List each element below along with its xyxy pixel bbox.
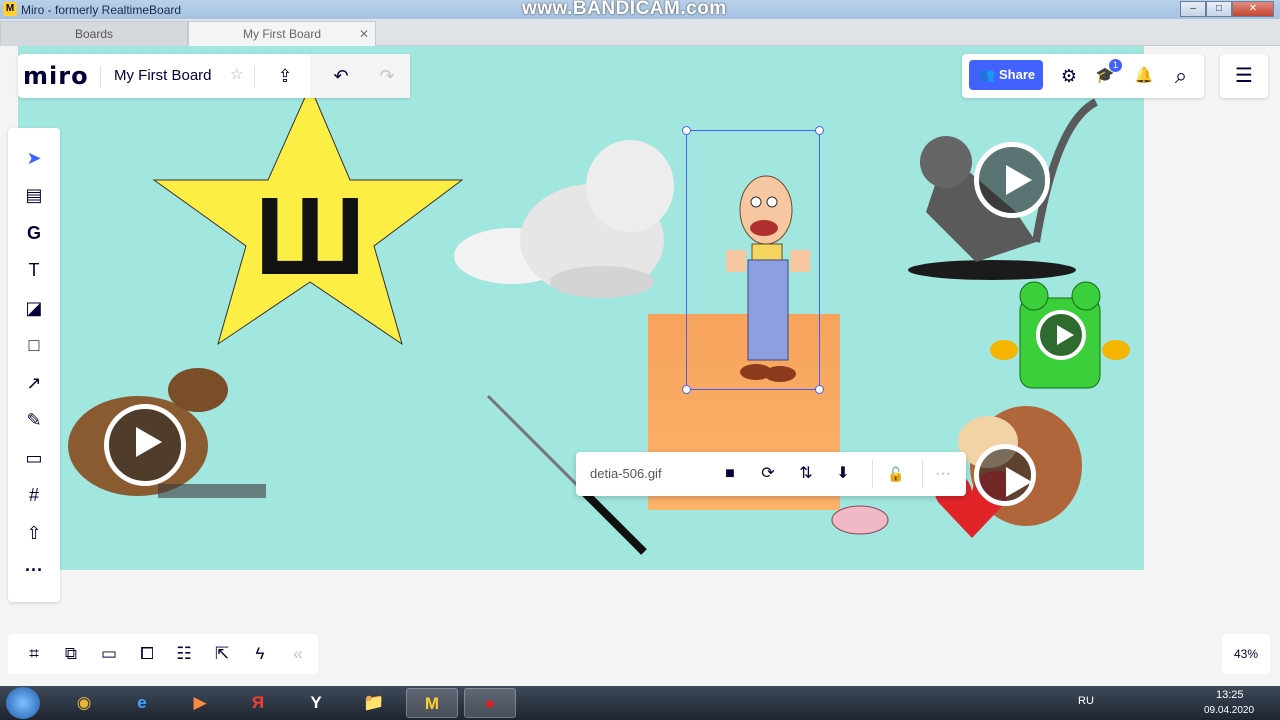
maximize-button[interactable]: □ (1206, 1, 1232, 17)
star-icon[interactable]: ☆ (230, 65, 243, 83)
tab-label: Boards (74, 27, 114, 41)
toolbar-divider (922, 460, 923, 488)
recording-watermark: www.BANDICAM.com (522, 0, 727, 19)
close-button[interactable]: ✕ (1232, 1, 1274, 17)
bottom-toolbar: ⌗ ⧉ ▭ ⧠ ☷ ⇱ ϟ « (8, 634, 318, 674)
windows-taskbar: ◉ e ▶ Я Y 📁 M ● RU 13:25 09.04.2020 (0, 686, 1280, 720)
bandicam-taskbar-icon[interactable]: ● (464, 688, 516, 718)
zoom-level[interactable]: 43% (1222, 634, 1270, 674)
clock-date[interactable]: 09.04.2020 (1204, 705, 1254, 716)
resize-handle-br[interactable] (815, 385, 824, 394)
hedgehog-play-icon[interactable] (974, 444, 1036, 506)
more-options-icon[interactable]: ··· (931, 462, 955, 486)
tab-close-icon[interactable]: ✕ (359, 22, 369, 46)
resize-handle-tl[interactable] (682, 126, 691, 135)
miro-app-icon: M (3, 2, 17, 16)
pen-tool-icon[interactable]: ✎ (20, 406, 48, 434)
star-shape[interactable]: Ш (152, 86, 464, 346)
yandex-taskbar-icon[interactable]: Я (232, 688, 284, 718)
collapse-icon[interactable]: « (286, 642, 310, 666)
yandex-browser-taskbar-icon[interactable]: Y (290, 688, 342, 718)
image-context-toolbar: detia-506.gif ■ ⟳ ⇅ ⬇ 🔓 ··· (576, 452, 966, 496)
upload-icon[interactable]: ⇪ (272, 63, 298, 89)
file-name-label: detia-506.gif (590, 466, 662, 481)
white-cat-image[interactable] (452, 130, 682, 300)
frog-play-icon[interactable] (1036, 310, 1086, 360)
sticky-note-tool-icon[interactable]: ◪ (20, 294, 48, 322)
notification-badge: 1 (1109, 59, 1122, 72)
toolbar-divider (872, 460, 873, 488)
settings-icon[interactable]: ⚙ (1057, 64, 1081, 88)
tab-bar: Boards My First Board ✕ (0, 19, 1280, 46)
miro-logo[interactable]: miro (23, 62, 89, 90)
resize-handle-tr[interactable] (815, 126, 824, 135)
share-button[interactable]: 👥 Share (969, 60, 1043, 90)
brown-cat-play-icon[interactable] (104, 404, 186, 486)
header-divider (100, 66, 101, 88)
shape-tool-icon[interactable]: □ (20, 331, 48, 359)
star-letter: Ш (255, 175, 366, 298)
ie-taskbar-icon[interactable]: e (116, 688, 168, 718)
pink-bunny-image[interactable] (828, 492, 892, 536)
comments-icon[interactable]: ▭ (97, 642, 121, 666)
upload-tool-icon[interactable]: ⇧ (20, 519, 48, 547)
presentation-icon[interactable]: ⧉ (59, 642, 83, 666)
undo-icon[interactable]: ↶ (328, 63, 354, 89)
google-tool-icon[interactable]: G (20, 219, 48, 247)
window-titlebar: M Miro - formerly RealtimeBoard www.BAND… (0, 0, 1280, 19)
refresh-icon[interactable]: ⟳ (756, 462, 780, 486)
text-tool-icon[interactable]: T (20, 256, 48, 284)
frame-tool-icon[interactable]: # (20, 481, 48, 509)
grey-cat-play-icon[interactable] (974, 142, 1050, 218)
left-toolbar: ➤ ▤ G T ◪ □ ↗ ✎ ▭ # ⇧ ··· (8, 128, 60, 602)
templates-tool-icon[interactable]: ▤ (20, 181, 48, 209)
share-screen-icon[interactable]: ⇱ (210, 642, 234, 666)
notes-icon[interactable]: ☰ (1220, 54, 1268, 98)
minimize-button[interactable]: – (1180, 1, 1206, 17)
stop-icon[interactable]: ■ (718, 462, 742, 486)
frames-icon[interactable]: ⌗ (22, 642, 46, 666)
redo-icon[interactable]: ↷ (374, 63, 400, 89)
more-tools-icon[interactable]: ··· (20, 556, 48, 584)
users-icon: 👥 (979, 67, 996, 82)
selection-box[interactable] (682, 126, 824, 394)
undo-redo-group: ↶ ↷ (310, 54, 410, 98)
board-actions-bar: 👥 Share ⚙ 🎓 1 🔔 ⌕ (962, 54, 1204, 98)
resize-handle-bl[interactable] (682, 385, 691, 394)
comment-tool-icon[interactable]: ▭ (20, 444, 48, 472)
activity-icon[interactable]: ϟ (248, 642, 272, 666)
search-icon[interactable]: ⌕ (1169, 64, 1193, 88)
cards-icon[interactable]: ☷ (172, 642, 196, 666)
tab-boards[interactable]: Boards (0, 21, 188, 46)
download-icon[interactable]: ⬇ (831, 462, 855, 486)
window-title: Miro - formerly RealtimeBoard (21, 3, 182, 17)
tab-label: My First Board (242, 27, 321, 41)
swap-icon[interactable]: ⇅ (794, 462, 818, 486)
share-label: Share (999, 67, 1036, 82)
miro-taskbar-icon[interactable]: M (406, 688, 458, 718)
board-name[interactable]: My First Board (114, 67, 212, 84)
header-divider (254, 66, 255, 88)
line-tool-icon[interactable]: ↗ (20, 369, 48, 397)
chat-icon[interactable]: ⧠ (135, 642, 159, 666)
tab-my-first-board[interactable]: My First Board ✕ (188, 21, 376, 46)
clock-time[interactable]: 13:25 (1216, 689, 1244, 701)
explorer-taskbar-icon[interactable]: 📁 (348, 688, 400, 718)
board-canvas[interactable]: Ш detia-506.gif ■ ⟳ ⇅ ⬇ 🔓 ··· miro My Fi… (0, 46, 1280, 686)
select-tool-icon[interactable]: ➤ (20, 144, 48, 172)
bell-icon[interactable]: 🔔 (1132, 64, 1156, 88)
media-player-taskbar-icon[interactable]: ▶ (174, 688, 226, 718)
chrome-taskbar-icon[interactable]: ◉ (58, 688, 110, 718)
start-button[interactable] (6, 687, 40, 719)
language-indicator[interactable]: RU (1078, 695, 1094, 707)
lock-icon[interactable]: 🔓 (884, 462, 908, 486)
